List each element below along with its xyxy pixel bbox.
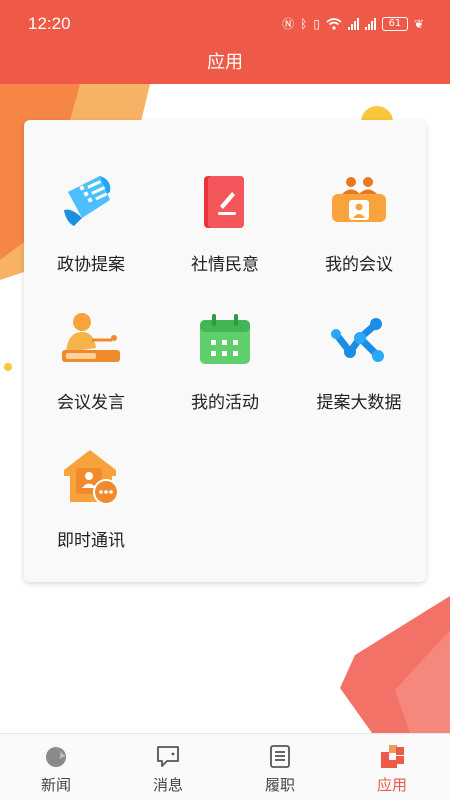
status-bar: 12:20 Ⓝ ᛒ ▯ 61 ❦	[0, 0, 450, 44]
news-icon	[46, 747, 67, 767]
status-time: 12:20	[28, 14, 71, 33]
nav-label: 履职	[264, 776, 295, 794]
nav-item-news[interactable]: 新闻	[0, 734, 112, 800]
calendar-icon	[200, 314, 250, 364]
bluetooth-icon: ᛒ	[300, 16, 308, 31]
app-public-opinion[interactable]: 社情民意	[158, 120, 292, 275]
nav-label: 应用	[376, 776, 407, 794]
app-instant-messaging[interactable]: 即时通讯	[24, 396, 158, 551]
speech-podium-icon	[62, 313, 120, 362]
nav-item-duties[interactable]: 履职	[224, 734, 336, 800]
nav-label: 消息	[152, 776, 183, 794]
app-my-activities[interactable]: 我的活动	[158, 258, 292, 413]
app-proposal[interactable]: 政协提案	[24, 120, 158, 275]
big-data-network-icon	[331, 318, 384, 362]
status-icons: Ⓝ ᛒ ▯ 61 ❦	[282, 15, 424, 32]
wifi-icon	[326, 17, 342, 30]
meeting-icon	[332, 177, 386, 222]
app-my-meetings[interactable]: 我的会议	[292, 120, 426, 275]
nfc-icon: Ⓝ	[282, 17, 295, 31]
message-icon	[157, 746, 179, 767]
battery-icon: 61	[381, 16, 408, 31]
app-label: 我的活动	[191, 393, 259, 413]
nav-label: 新闻	[40, 776, 71, 794]
page-title: 应用	[207, 52, 243, 73]
apps-card: 政协提案 社情民意 我的会议 会议发言 我的活动 提案大数据 即时通讯	[24, 120, 426, 582]
apps-icon	[381, 745, 404, 768]
nav-item-messages[interactable]: 消息	[112, 734, 224, 800]
duty-list-icon	[270, 745, 290, 768]
signal-icon	[347, 17, 359, 30]
nav-item-apps[interactable]: 应用	[336, 734, 448, 800]
app-label: 即时通讯	[57, 531, 125, 551]
app-label: 提案大数据	[316, 393, 402, 413]
leaf-icon: ❦	[413, 16, 424, 31]
proposal-document-icon	[64, 176, 111, 226]
signal-icon	[364, 17, 376, 30]
instant-messaging-icon	[64, 450, 119, 505]
bottom-nav: 新闻 消息 履职 应用	[0, 733, 450, 800]
title-bar: 应用	[0, 44, 450, 84]
public-opinion-note-icon	[204, 176, 244, 228]
app-meeting-speech[interactable]: 会议发言	[24, 258, 158, 413]
vibrate-icon: ▯	[313, 16, 320, 31]
app-proposal-big-data[interactable]: 提案大数据	[292, 258, 426, 413]
